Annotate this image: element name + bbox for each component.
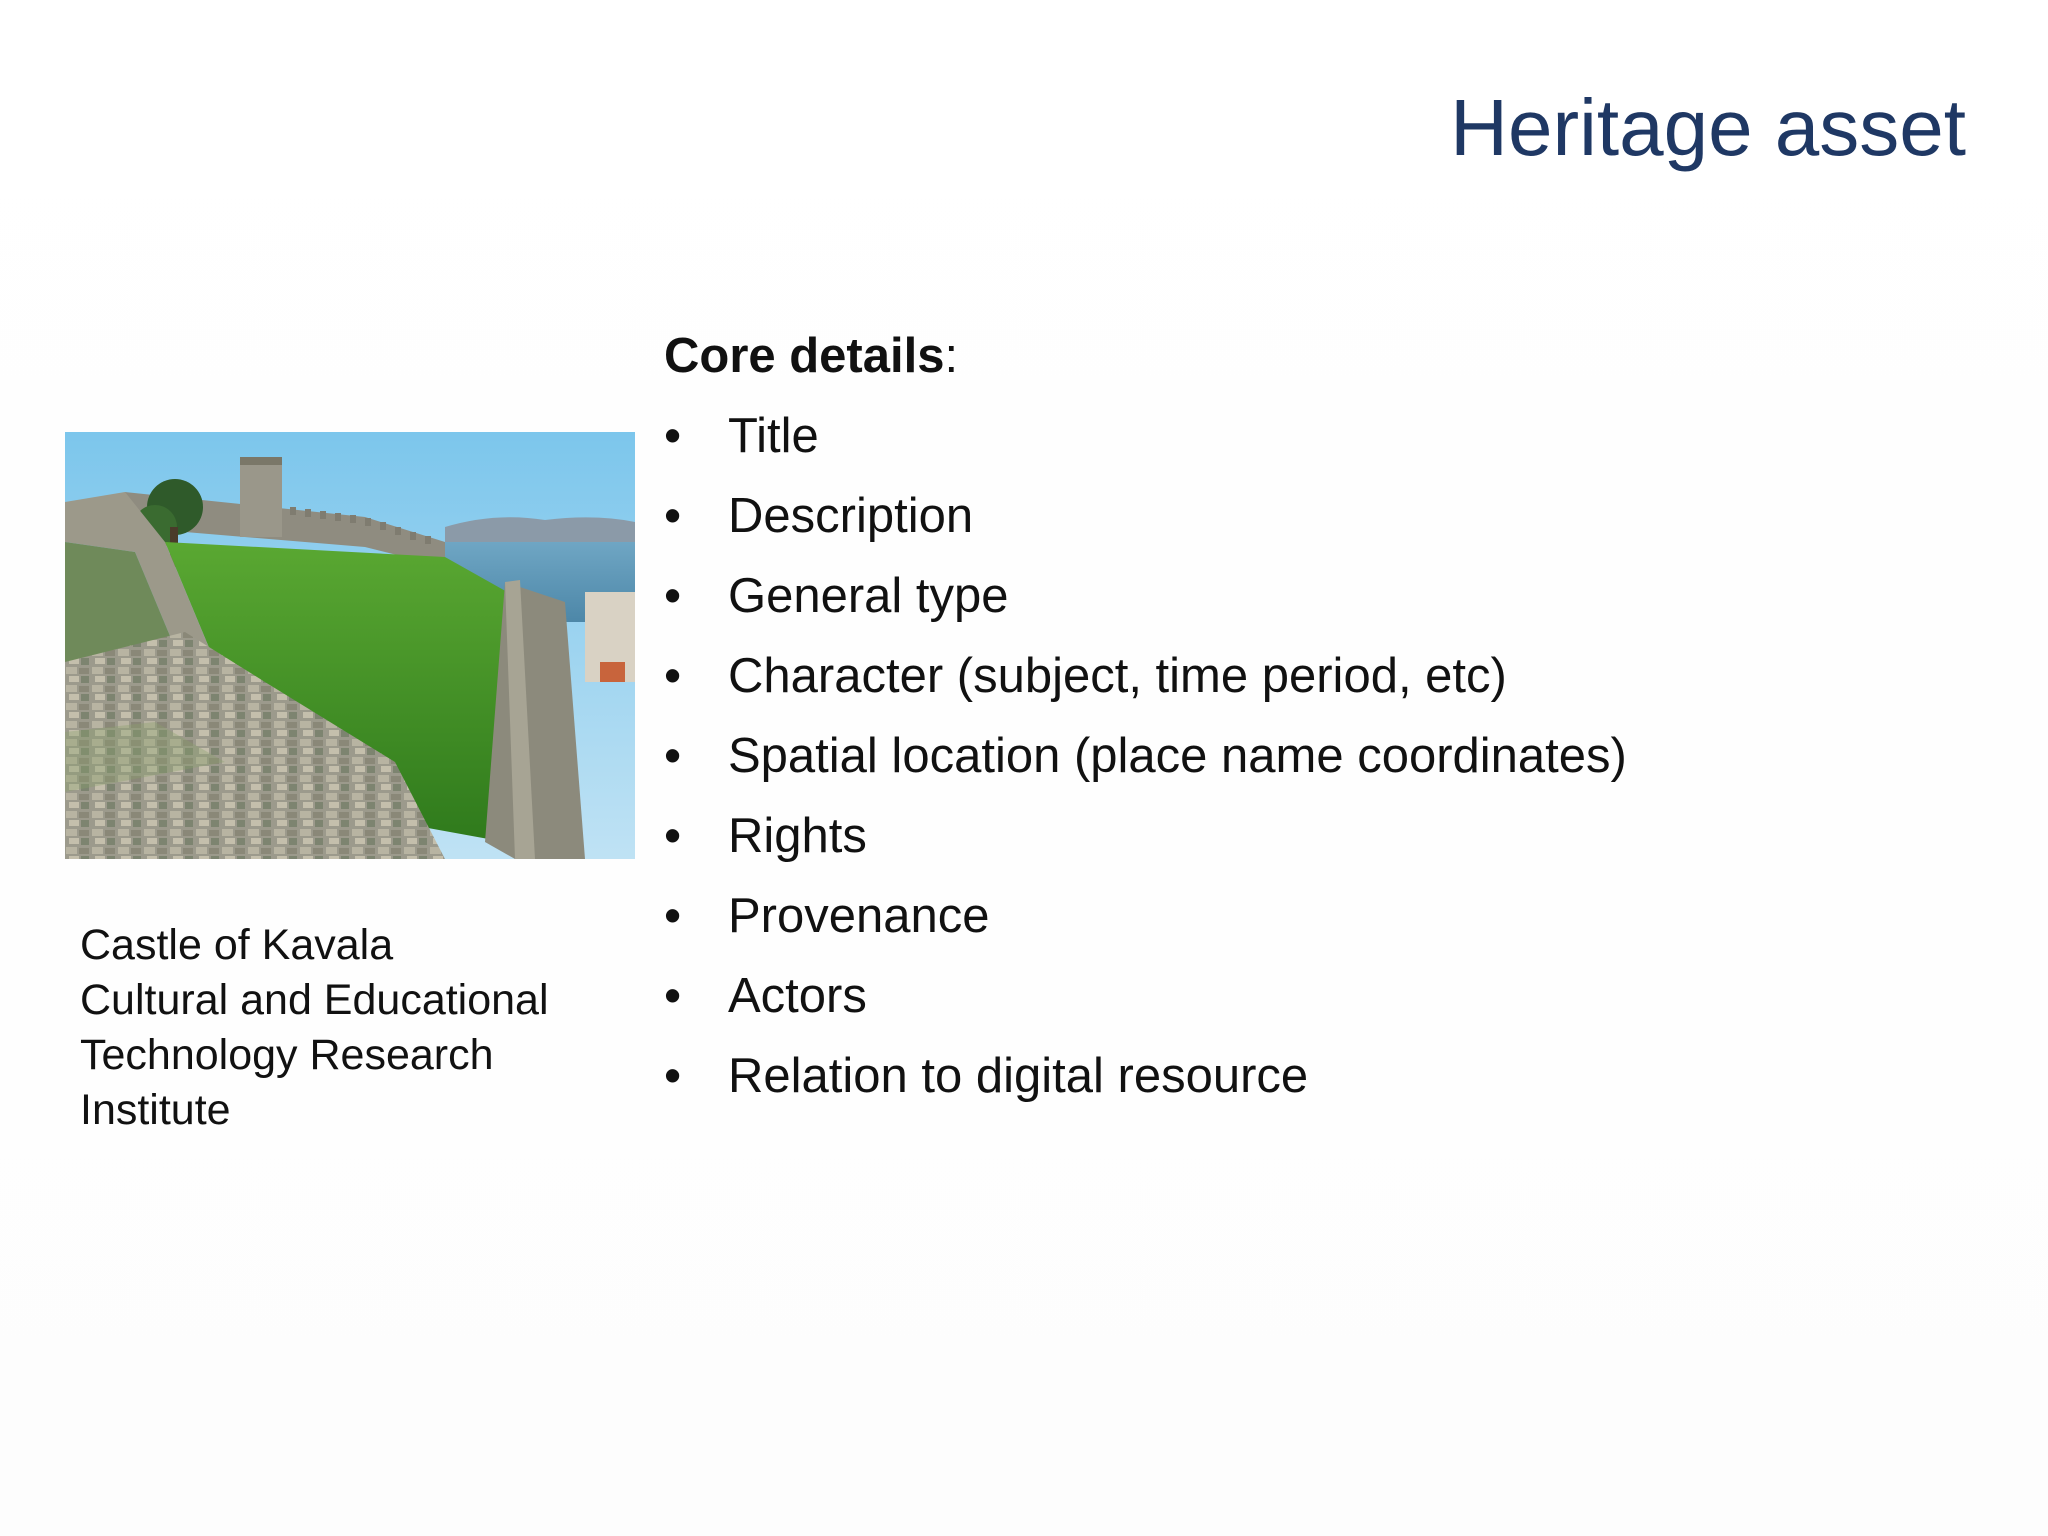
list-item-text: Description bbox=[728, 489, 974, 543]
caption-line: Cultural and Educational bbox=[80, 976, 549, 1024]
core-details-heading-text: Core details bbox=[664, 329, 945, 383]
caption-line: Technology Research bbox=[80, 1031, 494, 1079]
list-item-text: Character (subject, time period, etc) bbox=[728, 649, 1507, 703]
list-item-text: Provenance bbox=[728, 889, 990, 943]
slide: Heritage asset Castle of Kavala Cultural… bbox=[0, 0, 2048, 1536]
list-item: • Title bbox=[664, 406, 1964, 486]
bullet-icon: • bbox=[664, 889, 682, 943]
bullet-icon: • bbox=[664, 409, 682, 463]
image-caption: Castle of Kavala Cultural and Educationa… bbox=[80, 918, 620, 1138]
list-item: • Actors bbox=[664, 966, 1964, 1046]
list-item: • Description bbox=[664, 486, 1964, 566]
list-item: • Relation to digital resource bbox=[664, 1046, 1964, 1126]
bullet-icon: • bbox=[664, 809, 682, 863]
list-item-text: Rights bbox=[728, 809, 867, 863]
list-item: • Spatial location (place name coordinate… bbox=[664, 726, 1964, 806]
bullet-icon: • bbox=[664, 569, 682, 623]
list-item-text: Actors bbox=[728, 969, 867, 1023]
core-details-heading: Core details: bbox=[664, 326, 1964, 386]
core-details-section: Core details: • Title • Description • Gener… bbox=[664, 326, 1964, 1126]
bullet-icon: • bbox=[664, 489, 682, 543]
caption-line: Castle of Kavala bbox=[80, 921, 394, 969]
heading-colon: : bbox=[944, 329, 959, 383]
list-item-text: Relation to digital resource bbox=[728, 1049, 1309, 1103]
bullet-icon: • bbox=[664, 1049, 682, 1103]
bullet-icon: • bbox=[664, 729, 682, 783]
list-item: • General type bbox=[664, 566, 1964, 646]
list-item: • Rights bbox=[664, 806, 1964, 886]
bullet-icon: • bbox=[664, 969, 682, 1023]
list-item: • Character (subject, time period, etc) bbox=[664, 646, 1964, 726]
list-item-text: Spatial location (place name coordinates… bbox=[728, 729, 1627, 783]
castle-photo bbox=[65, 432, 635, 859]
list-item-text: General type bbox=[728, 569, 1009, 623]
core-details-list: • Title • Description • General type • Chara… bbox=[664, 406, 1964, 1126]
list-item-text: Title bbox=[728, 409, 819, 463]
caption-line: Institute bbox=[80, 1086, 231, 1134]
list-item: • Provenance bbox=[664, 886, 1964, 966]
slide-title: Heritage asset bbox=[1450, 83, 1966, 172]
bullet-icon: • bbox=[664, 649, 682, 703]
